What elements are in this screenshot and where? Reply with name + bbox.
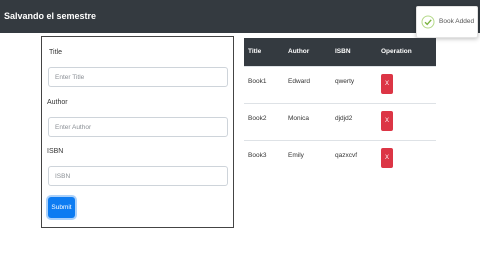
delete-button[interactable]: X [381, 74, 393, 94]
author-input[interactable] [48, 117, 228, 137]
cell-title: Book1 [248, 78, 267, 85]
header-isbn: ISBN [335, 48, 351, 55]
author-label: Author [47, 99, 68, 106]
cell-isbn: djdjd2 [335, 115, 353, 122]
cell-title: Book3 [248, 152, 267, 159]
submit-button[interactable]: Submit [48, 197, 75, 218]
cell-isbn: qazxcvf [335, 152, 358, 159]
title-input[interactable] [48, 67, 228, 87]
cell-author: Edward [288, 78, 311, 85]
add-book-form: Title Author ISBN Submit [41, 36, 234, 228]
table-header: Title Author ISBN Operation [244, 38, 436, 66]
isbn-label: ISBN [47, 148, 64, 155]
cell-isbn: qwerty [335, 78, 355, 85]
cell-author: Emily [288, 152, 304, 159]
toast-message: Book Added [439, 18, 475, 25]
table-row: Book2 Monica djdjd2 X [244, 103, 436, 140]
check-circle-icon [421, 15, 435, 29]
title-label: Title [49, 49, 62, 56]
navbar-brand[interactable]: Salvando el semestre [4, 11, 96, 21]
table-row: Book1 Edward qwerty X [244, 66, 436, 103]
table-row: Book3 Emily qazxcvf X [244, 140, 436, 177]
cell-title: Book2 [248, 115, 267, 122]
header-title: Title [248, 48, 262, 55]
toast-notification: Book Added [416, 6, 478, 38]
header-author: Author [288, 48, 310, 55]
delete-button[interactable]: X [381, 111, 393, 131]
isbn-input[interactable] [48, 166, 228, 186]
delete-button[interactable]: X [381, 148, 393, 168]
cell-author: Monica [288, 115, 309, 122]
navbar: Salvando el semestre [0, 0, 480, 33]
header-operation: Operation [381, 48, 412, 55]
